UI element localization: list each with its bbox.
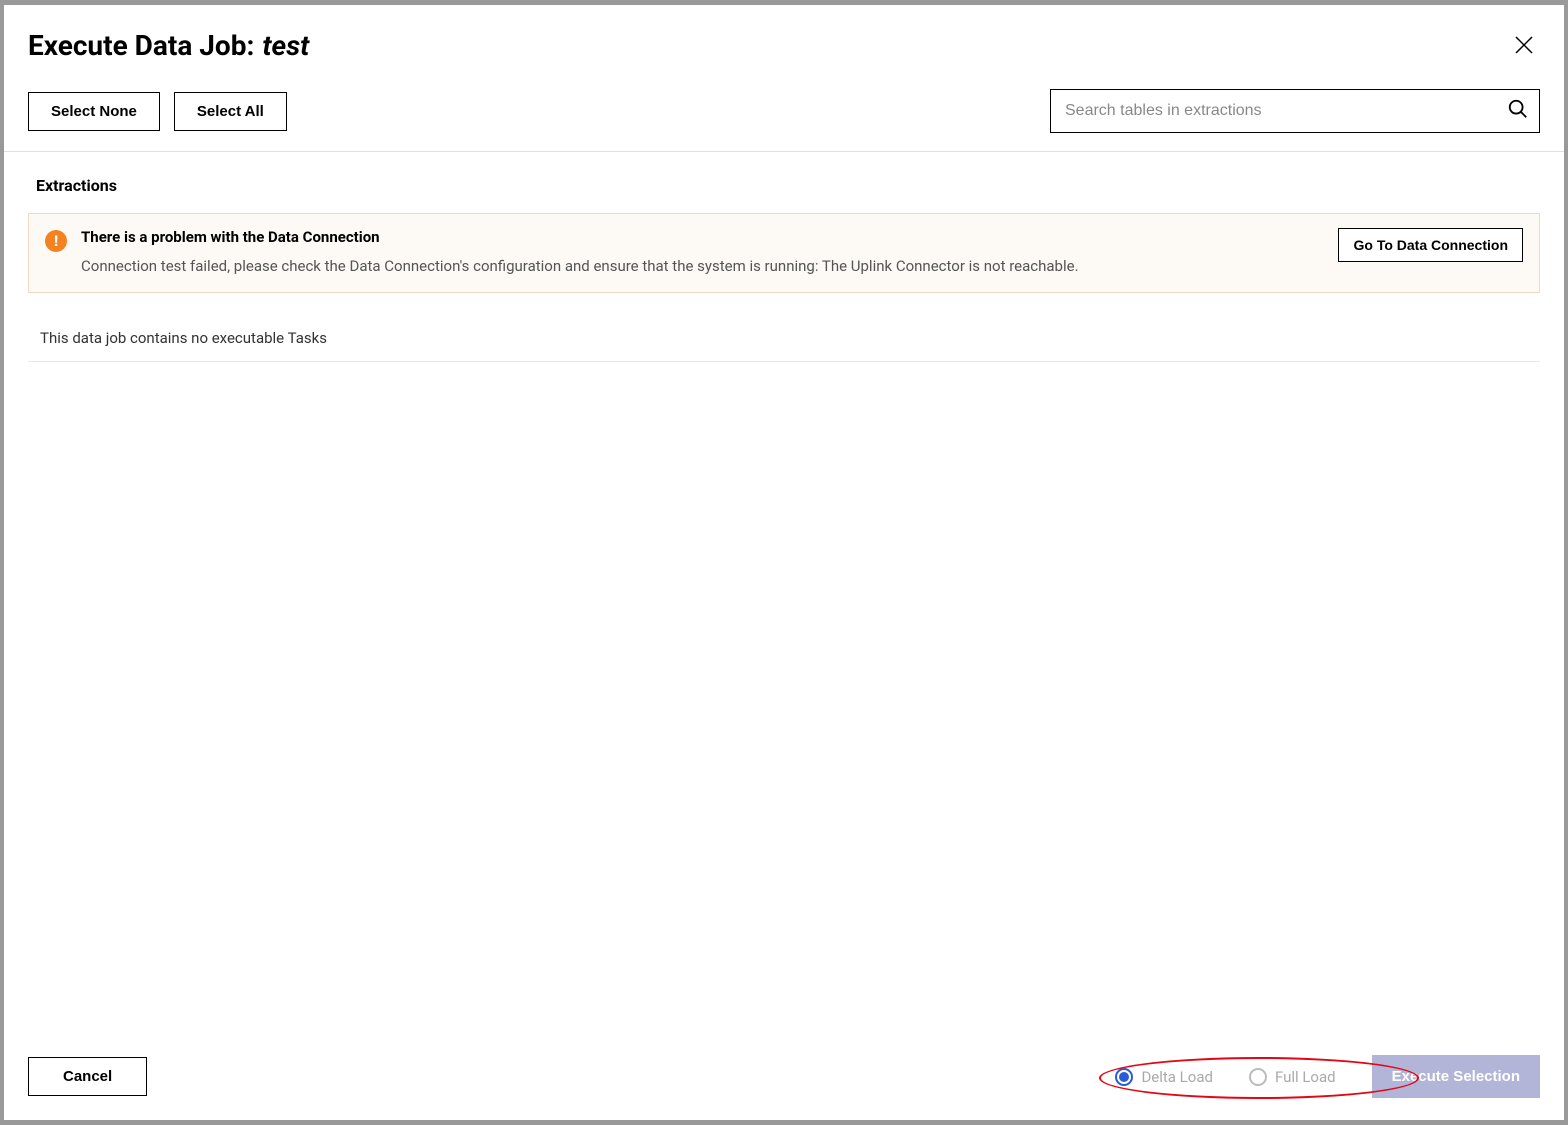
footer-right: Delta Load Full Load Execute Selection xyxy=(1115,1055,1540,1098)
full-load-radio[interactable]: Full Load xyxy=(1249,1068,1336,1086)
delta-load-radio[interactable]: Delta Load xyxy=(1115,1068,1212,1086)
full-load-label: Full Load xyxy=(1275,1068,1336,1086)
alert-action: Go To Data Connection xyxy=(1338,228,1523,262)
go-to-data-connection-button[interactable]: Go To Data Connection xyxy=(1338,228,1523,262)
load-type-radio-group: Delta Load Full Load xyxy=(1115,1068,1335,1086)
select-none-button[interactable]: Select None xyxy=(28,92,160,131)
alert-body: There is a problem with the Data Connect… xyxy=(81,228,1322,278)
search-field[interactable] xyxy=(1050,89,1540,133)
close-icon xyxy=(1512,42,1536,61)
radio-icon xyxy=(1115,1068,1133,1086)
toolbar: Select None Select All xyxy=(4,81,1564,152)
job-name: test xyxy=(262,29,309,62)
modal-header: Execute Data Job: test xyxy=(4,5,1564,81)
select-all-button[interactable]: Select All xyxy=(174,92,287,131)
cancel-button[interactable]: Cancel xyxy=(28,1057,147,1096)
close-button[interactable] xyxy=(1508,29,1540,65)
empty-state-text: This data job contains no executable Tas… xyxy=(28,323,1540,362)
connection-alert: ! There is a problem with the Data Conne… xyxy=(28,213,1540,293)
modal-footer: Cancel Delta Load Full Load Execute Sele… xyxy=(4,1037,1564,1120)
modal-title: Execute Data Job: test xyxy=(28,29,309,62)
execute-selection-button[interactable]: Execute Selection xyxy=(1372,1055,1540,1098)
search-icon xyxy=(1507,98,1529,124)
toolbar-left: Select None Select All xyxy=(28,92,287,131)
title-prefix: Execute Data Job: xyxy=(28,29,254,62)
radio-icon xyxy=(1249,1068,1267,1086)
alert-title: There is a problem with the Data Connect… xyxy=(81,228,1322,246)
extractions-section-title: Extractions xyxy=(36,176,1540,195)
alert-message: Connection test failed, please check the… xyxy=(81,254,1322,278)
warning-icon: ! xyxy=(45,230,67,278)
content-area: Extractions ! There is a problem with th… xyxy=(4,152,1564,1037)
delta-load-label: Delta Load xyxy=(1141,1068,1212,1086)
modal-dialog: Execute Data Job: test Select None Selec… xyxy=(4,5,1564,1120)
alert-left: ! There is a problem with the Data Conne… xyxy=(45,228,1322,278)
search-input[interactable] xyxy=(1065,102,1507,120)
